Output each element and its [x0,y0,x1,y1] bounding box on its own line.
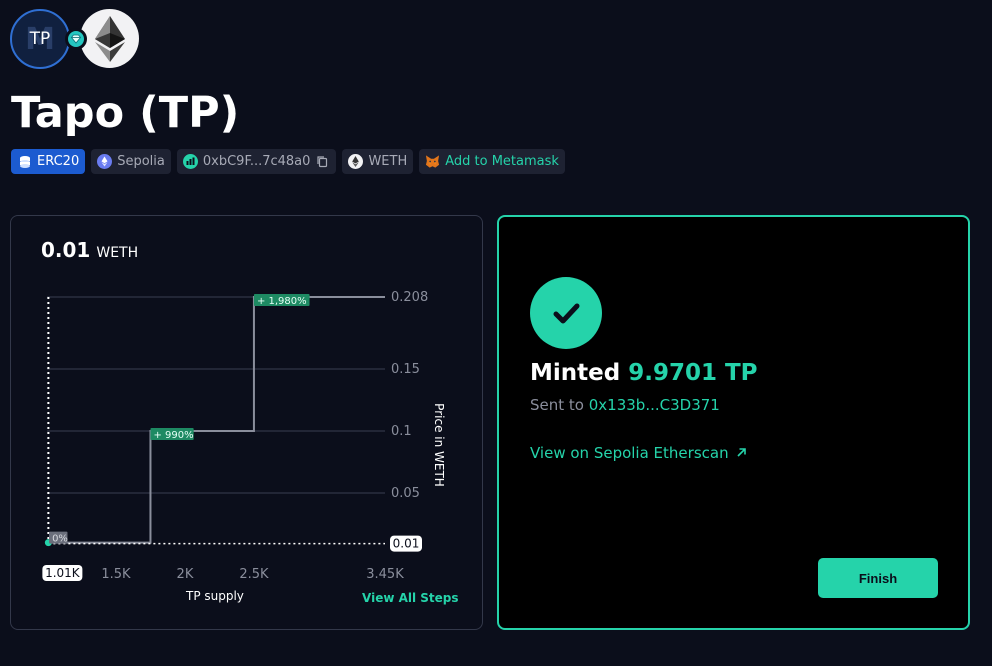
sepolia-icon [97,154,113,169]
contract-address: 0xbC9F...7c48a0 [202,154,311,169]
step-change-label: + 1,980% [257,296,307,307]
x-tick-label: 2.5K [239,567,269,582]
y-tick-label: 0.208 [391,290,428,305]
step-curve-line [48,296,385,544]
view-on-etherscan-link[interactable]: View on Sepolia Etherscan [530,444,747,462]
y-axis-title: Price in WETH [432,403,446,487]
y-tick-label: 0.1 [391,424,412,439]
erc20-badge: ERC20 [11,149,86,174]
erc20-label: ERC20 [37,154,80,169]
diamond-icon [65,28,87,50]
finish-button[interactable]: Finish [818,558,938,598]
token-logos: M TP [10,9,150,69]
chart-logo-icon [182,154,198,169]
x-tick-label: 1.5K [101,567,131,582]
bonding-curve-card: 0.01 WETH 0.208 0.15 0.1 0.05 1.5K 2K 2.5K 3.45… [10,215,483,630]
etherscan-link-label: View on Sepolia Etherscan [530,444,729,462]
reserve-token-label: WETH [368,154,408,169]
weth-icon [348,154,364,169]
contract-address-badge[interactable]: 0xbC9F...7c48a0 [176,149,337,174]
token-logo-text: TP [29,29,51,49]
network-badge[interactable]: Sepolia [91,149,171,174]
view-all-steps-link[interactable]: View All Steps [362,591,459,605]
add-to-metamask-button[interactable]: Add to Metamask [419,149,565,174]
minted-heading: Minted 9.9701 TP [530,360,758,386]
minted-label: Minted [530,360,621,386]
x-axis-title: TP supply [186,589,244,603]
recipient-address[interactable]: 0x133b...C3D371 [589,396,720,414]
x-tick-label: 2K [177,567,194,582]
bonding-curve-chart: 0.208 0.15 0.1 0.05 1.5K 2K 2.5K 3.45K 0% + 990% +… [42,290,428,582]
token-logo: M TP [10,9,70,69]
token-tags: ERC20 Sepolia 0xbC9F...7c48a0 WETH Add t… [11,149,565,174]
sent-to-line: Sent to 0x133b...C3D371 [530,396,720,414]
page-title: Tapo (TP) [11,88,240,138]
metamask-fox-icon [425,154,440,169]
network-label: Sepolia [117,154,165,169]
sent-to-label: Sent to [530,396,584,414]
reserve-token-badge[interactable]: WETH [342,149,414,174]
ethereum-logo-icon [80,9,139,68]
external-link-arrow-icon [736,444,747,462]
current-price-label: 0.01 [393,537,420,551]
y-tick-label: 0.05 [391,486,420,501]
check-icon [530,277,602,349]
start-supply-label: 1.01K [45,566,81,580]
step-change-label: + 990% [153,430,193,441]
coins-icon [17,154,32,169]
copy-icon[interactable] [315,154,330,169]
minted-amount: 9.9701 TP [628,360,758,386]
x-tick-label: 3.45K [366,567,404,582]
add-to-metamask-label: Add to Metamask [445,154,559,169]
step-change-label: 0% [52,534,68,545]
y-tick-label: 0.15 [391,362,420,377]
mint-success-card: Minted 9.9701 TP Sent to 0x133b...C3D371… [497,215,970,630]
